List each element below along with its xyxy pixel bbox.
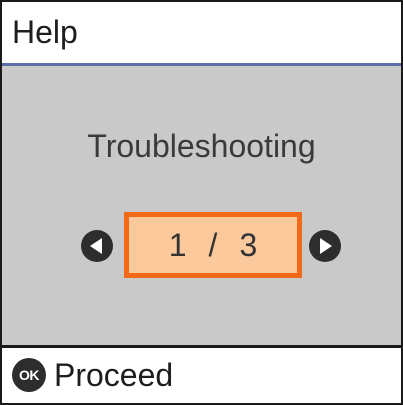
- arrow-left-icon[interactable]: [80, 229, 114, 263]
- printer-panel-screen: Help Troubleshooting 1 / 3 OK Proceed: [0, 0, 403, 405]
- page-title: Help: [12, 14, 78, 50]
- footer-bar: OK Proceed: [2, 345, 401, 403]
- page-indicator: 1 / 3: [124, 212, 302, 278]
- page-current: 1: [168, 226, 187, 263]
- main-area: Troubleshooting 1 / 3: [2, 66, 401, 345]
- header-bar: Help: [2, 2, 401, 66]
- ok-button-icon[interactable]: OK: [12, 358, 46, 392]
- page-separator: /: [208, 226, 218, 263]
- section-title: Troubleshooting: [87, 128, 316, 164]
- page-total: 3: [239, 226, 258, 263]
- arrow-right-icon[interactable]: [308, 229, 342, 263]
- proceed-label: Proceed: [54, 357, 174, 393]
